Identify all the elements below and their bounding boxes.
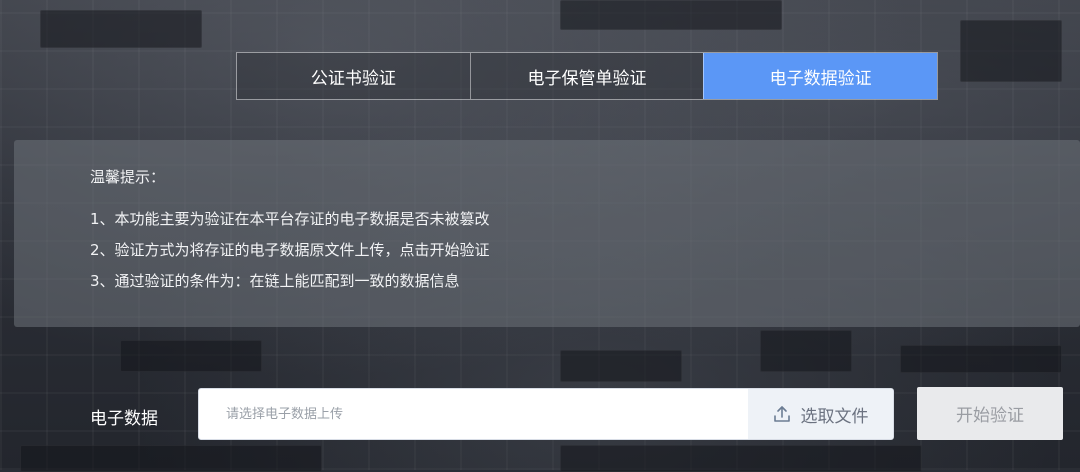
tab-label: 电子数据验证 (769, 68, 872, 89)
select-file-button[interactable]: 选取文件 (748, 389, 893, 439)
tab-notary-certificate[interactable]: 公证书验证 (237, 53, 470, 99)
notice-list: 1、本功能主要为验证在本平台存证的电子数据是否未被篡改 2、验证方式为将存证的电… (90, 210, 490, 303)
tab-label: 公证书验证 (310, 68, 396, 89)
notice-panel: 温馨提示： 1、本功能主要为验证在本平台存证的电子数据是否未被篡改 2、验证方式… (14, 140, 1080, 327)
upload-label: 电子数据 (90, 409, 158, 429)
notice-item: 2、验证方式为将存证的电子数据原文件上传，点击开始验证 (90, 241, 490, 259)
upload-icon (773, 405, 791, 423)
notice-item: 3、通过验证的条件为：在链上能匹配到一致的数据信息 (90, 272, 460, 290)
notice-item: 1、本功能主要为验证在本平台存证的电子数据是否未被篡改 (90, 210, 490, 228)
tab-electronic-data[interactable]: 电子数据验证 (703, 53, 938, 99)
file-path-input[interactable] (199, 389, 749, 439)
notice-title: 温馨提示： (90, 168, 166, 186)
start-verification-button[interactable]: 开始验证 (917, 387, 1063, 440)
file-upload-box: 选取文件 (198, 388, 894, 440)
select-file-label: 选取文件 (800, 406, 869, 427)
tab-label: 电子保管单验证 (527, 68, 647, 89)
tab-electronic-custody-receipt[interactable]: 电子保管单验证 (469, 53, 704, 99)
verification-tabs: 公证书验证 电子保管单验证 电子数据验证 (236, 52, 938, 100)
